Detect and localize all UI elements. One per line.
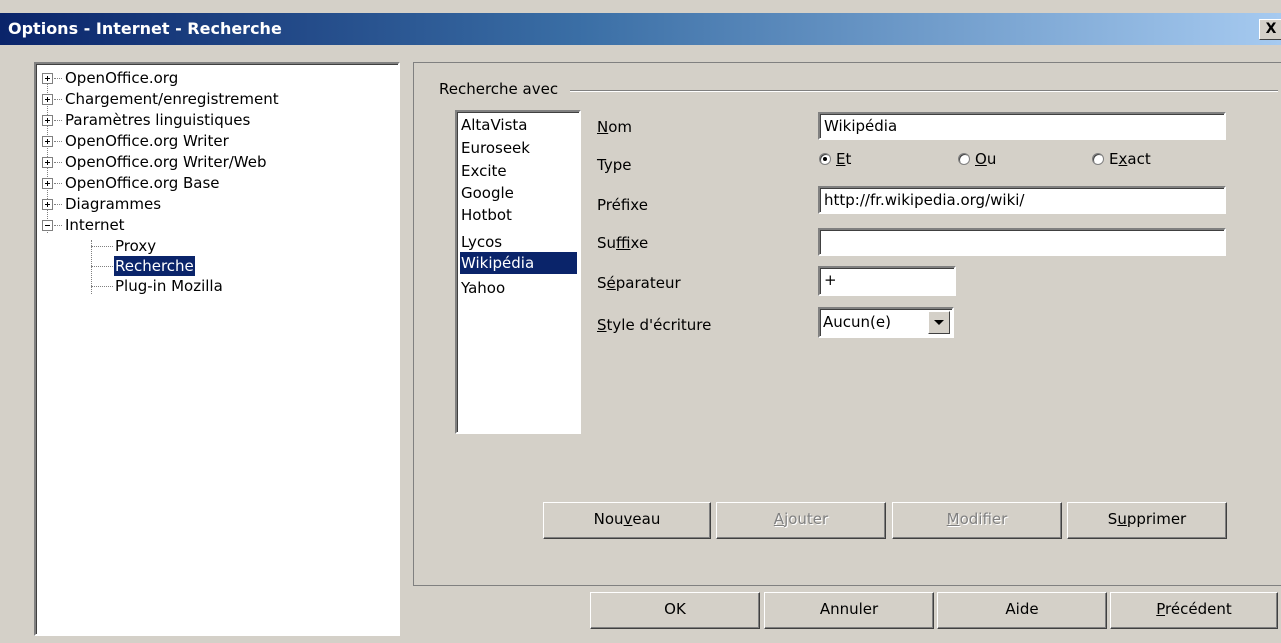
expand-plus-icon[interactable]	[42, 157, 53, 168]
tree-item-label: Chargement/enregistrement	[65, 90, 279, 108]
style-select-value: Aucun(e)	[823, 313, 891, 331]
radio-exact[interactable]	[1092, 153, 1104, 165]
modifier-button[interactable]: Modifier	[892, 502, 1062, 539]
ajouter-button[interactable]: Ajouter	[716, 502, 886, 539]
separateur-input[interactable]: +	[818, 266, 956, 296]
tree-item-label: Internet	[65, 216, 125, 234]
expand-plus-icon[interactable]	[42, 136, 53, 147]
group-label: Recherche avec	[437, 80, 561, 98]
nom-label: Nom	[597, 118, 633, 136]
search-engine-list[interactable]: AltaVista Euroseek Excite Google Hotbot …	[455, 110, 581, 434]
prefixe-input-value: http://fr.wikipedia.org/wiki/	[824, 191, 1025, 209]
tree-item-label: Diagrammes	[65, 195, 162, 213]
nouveau-button[interactable]: Nouveau	[543, 502, 711, 539]
radio-et-label[interactable]: Et	[836, 150, 851, 168]
list-item[interactable]: Hotbot	[461, 204, 512, 226]
tree-item-label: OpenOffice.org Base	[65, 174, 220, 192]
prefixe-label: Préfixe	[597, 196, 648, 214]
precedent-button[interactable]: Précédent	[1110, 592, 1278, 629]
annuler-button[interactable]: Annuler	[764, 592, 934, 629]
radio-ou[interactable]	[958, 153, 970, 165]
tree-item-label: Proxy	[115, 237, 157, 255]
collapse-minus-icon[interactable]	[42, 220, 53, 231]
suffixe-input[interactable]	[818, 228, 1226, 256]
tree-item-label: OpenOffice.org Writer/Web	[65, 153, 267, 171]
tree-item-label: OpenOffice.org Writer	[65, 132, 229, 150]
window-title: Options - Internet - Recherche	[8, 19, 282, 38]
separateur-label: Séparateur	[597, 274, 681, 292]
aide-button[interactable]: Aide	[937, 592, 1107, 629]
nom-input[interactable]: Wikipédia	[818, 112, 1226, 140]
list-item[interactable]: Google	[461, 182, 514, 204]
expand-plus-icon[interactable]	[42, 178, 53, 189]
options-tree[interactable]: OpenOffice.org Chargement/enregistrement…	[34, 62, 400, 636]
list-item-selected[interactable]: Wikipédia	[460, 252, 577, 274]
separateur-input-value: +	[824, 271, 837, 289]
tree-item-label-selected: Recherche	[114, 256, 195, 276]
expand-plus-icon[interactable]	[42, 115, 53, 126]
close-button[interactable]: X	[1259, 19, 1281, 40]
expand-plus-icon[interactable]	[42, 73, 53, 84]
tree-item-label: OpenOffice.org	[65, 69, 179, 87]
list-item[interactable]: Yahoo	[461, 277, 505, 299]
radio-exact-label[interactable]: Exact	[1109, 150, 1151, 168]
radio-et[interactable]	[819, 153, 831, 165]
ok-button[interactable]: OK	[590, 592, 760, 629]
tree-item-label: Plug-in Mozilla	[115, 277, 223, 295]
suffixe-label: Suffixe	[597, 234, 649, 252]
title-bar: Options - Internet - Recherche X	[0, 13, 1281, 45]
tree-item-label: Paramètres linguistiques	[65, 111, 251, 129]
chevron-down-icon[interactable]	[928, 311, 950, 334]
style-select[interactable]: Aucun(e)	[818, 307, 954, 338]
radio-ou-label[interactable]: Ou	[975, 150, 996, 168]
group-divider	[570, 90, 1278, 92]
nom-input-value: Wikipédia	[824, 117, 898, 135]
type-label: Type	[597, 156, 632, 174]
list-item[interactable]: Euroseek	[461, 137, 530, 159]
list-item[interactable]: AltaVista	[461, 114, 528, 136]
expand-plus-icon[interactable]	[42, 94, 53, 105]
list-item[interactable]: Excite	[461, 160, 507, 182]
style-label: Style d'écriture	[597, 316, 712, 334]
prefixe-input[interactable]: http://fr.wikipedia.org/wiki/	[818, 186, 1226, 214]
expand-plus-icon[interactable]	[42, 199, 53, 210]
list-item[interactable]: Lycos	[461, 231, 502, 253]
supprimer-button[interactable]: Supprimer	[1067, 502, 1227, 539]
